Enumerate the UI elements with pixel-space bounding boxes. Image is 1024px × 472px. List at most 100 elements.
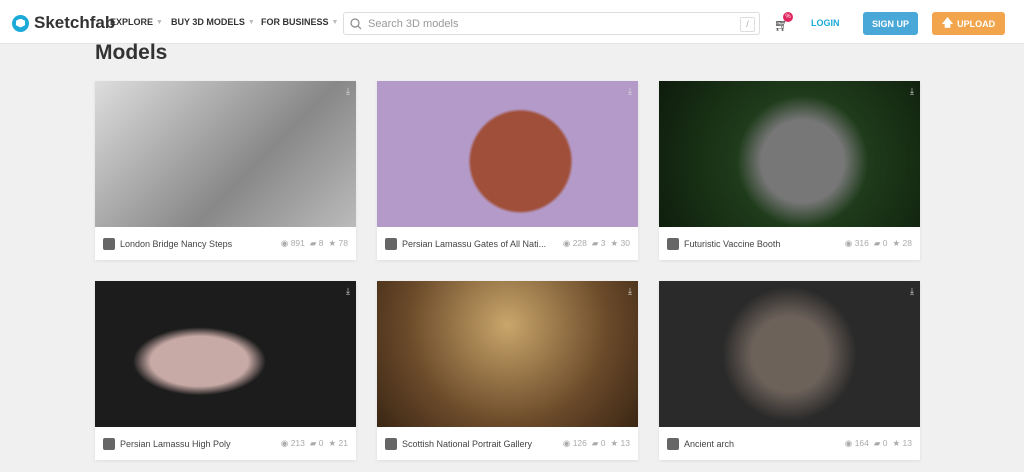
search-shortcut-hint: /	[740, 17, 755, 32]
search-box[interactable]: /	[343, 12, 760, 35]
model-thumbnail[interactable]: ⤓	[377, 281, 638, 427]
comment-icon: ▰	[873, 238, 881, 248]
download-icon[interactable]: ⤓	[628, 286, 632, 297]
download-icon[interactable]: ⤓	[910, 86, 914, 97]
comment-icon: ▰	[591, 238, 599, 248]
cart-badge: %	[783, 12, 793, 22]
model-card-footer: Persian Lamassu High Poly ◉ 213 ▰ 0 ★ 21	[95, 427, 356, 460]
signup-button[interactable]: SIGN UP	[863, 12, 918, 35]
page-title: Models	[95, 41, 168, 64]
model-card[interactable]: ⤓ Persian Lamassu High Poly ◉ 213 ▰ 0 ★ …	[95, 281, 356, 460]
model-card[interactable]: ⤓ Scottish National Portrait Gallery ◉ 1…	[377, 281, 638, 460]
views-value: 316	[854, 238, 869, 248]
star-icon: ★	[892, 238, 901, 248]
model-card[interactable]: ⤓ Ancient arch ◉ 164 ▰ 0 ★ 13	[659, 281, 920, 460]
comment-icon: ▰	[309, 438, 317, 448]
model-thumbnail[interactable]: ⤓	[95, 81, 356, 227]
model-card-footer: Persian Lamassu Gates of All Nati... ◉ 2…	[377, 227, 638, 260]
views-count: ◉ 213	[281, 438, 305, 449]
likes-count: ★ 28	[893, 238, 912, 249]
comments-count: ▰ 0	[874, 238, 888, 249]
upload-label: UPLOAD	[957, 18, 996, 29]
chevron-down-icon: ▼	[247, 18, 255, 26]
model-card-footer: Ancient arch ◉ 164 ▰ 0 ★ 13	[659, 427, 920, 460]
views-count: ◉ 126	[563, 438, 587, 449]
nav-label: BUY 3D MODELS	[171, 17, 245, 27]
signup-label: SIGN UP	[871, 18, 909, 29]
logo[interactable]: Sketchfab	[12, 13, 115, 33]
eye-icon: ◉	[844, 238, 853, 248]
likes-count: ★ 78	[329, 238, 348, 249]
model-name[interactable]: Persian Lamassu High Poly	[120, 439, 276, 449]
model-name[interactable]: Persian Lamassu Gates of All Nati...	[402, 239, 558, 249]
chevron-down-icon: ▼	[331, 18, 339, 26]
nav-for-business[interactable]: FOR BUSINESS ▼	[261, 17, 338, 27]
nav-buy-3d-models[interactable]: BUY 3D MODELS ▼	[171, 17, 255, 27]
author-avatar[interactable]	[385, 237, 397, 250]
model-card-footer: London Bridge Nancy Steps ◉ 891 ▰ 8 ★ 78	[95, 227, 356, 260]
model-name[interactable]: Ancient arch	[684, 439, 840, 449]
search-input[interactable]	[368, 17, 759, 30]
author-avatar[interactable]	[385, 437, 397, 450]
model-stats: ◉ 891 ▰ 8 ★ 78	[281, 238, 348, 249]
top-nav: Sketchfab EXPLORE ▼ BUY 3D MODELS ▼ FOR BU…	[0, 0, 1024, 44]
model-thumbnail[interactable]: ⤓	[659, 281, 920, 427]
model-name[interactable]: Scottish National Portrait Gallery	[402, 439, 558, 449]
model-stats: ◉ 126 ▰ 0 ★ 13	[563, 438, 630, 449]
brand-name: Sketchfab	[34, 13, 116, 32]
star-icon: ★	[610, 438, 619, 448]
views-count: ◉ 164	[845, 438, 869, 449]
views-value: 228	[572, 238, 587, 248]
model-thumbnail[interactable]: ⤓	[659, 81, 920, 227]
views-count: ◉ 891	[281, 238, 305, 249]
chevron-down-icon: ▼	[156, 18, 163, 26]
star-icon: ★	[892, 438, 901, 448]
download-icon[interactable]: ⤓	[346, 86, 350, 97]
download-icon[interactable]: ⤓	[628, 86, 632, 97]
model-name[interactable]: London Bridge Nancy Steps	[120, 239, 276, 249]
model-card[interactable]: ⤓ Futuristic Vaccine Booth ◉ 316 ▰ 0 ★ 2…	[659, 81, 920, 260]
download-icon[interactable]: ⤓	[910, 286, 914, 297]
model-stats: ◉ 164 ▰ 0 ★ 13	[845, 438, 912, 449]
eye-icon: ◉	[562, 238, 571, 248]
comments-value: 0	[318, 438, 324, 448]
nav-label: EXPLORE	[110, 17, 154, 27]
likes-count: ★ 13	[893, 438, 912, 449]
author-avatar[interactable]	[667, 437, 679, 450]
comment-icon: ▰	[309, 238, 317, 248]
comments-count: ▰ 3	[592, 238, 606, 249]
download-icon[interactable]: ⤓	[346, 286, 350, 297]
eye-icon: ◉	[280, 238, 289, 248]
comments-value: 0	[882, 438, 888, 448]
model-card[interactable]: ⤓ Persian Lamassu Gates of All Nati... ◉…	[377, 81, 638, 260]
likes-count: ★ 13	[611, 438, 630, 449]
model-card[interactable]: ⤓ London Bridge Nancy Steps ◉ 891 ▰ 8 ★ …	[95, 81, 356, 260]
model-thumbnail[interactable]: ⤓	[377, 81, 638, 227]
comment-icon: ▰	[591, 438, 599, 448]
model-name[interactable]: Futuristic Vaccine Booth	[684, 239, 840, 249]
eye-icon: ◉	[844, 438, 853, 448]
upload-button[interactable]: 🡅 UPLOAD	[932, 12, 1005, 35]
author-avatar[interactable]	[667, 237, 679, 250]
comment-icon: ▰	[873, 438, 881, 448]
author-avatar[interactable]	[103, 237, 115, 250]
star-icon: ★	[610, 238, 619, 248]
nav-label: FOR BUSINESS	[261, 17, 329, 27]
eye-icon: ◉	[280, 438, 289, 448]
model-stats: ◉ 316 ▰ 0 ★ 28	[845, 238, 912, 249]
star-icon: ★	[328, 438, 337, 448]
views-value: 891	[290, 238, 305, 248]
model-card-footer: Futuristic Vaccine Booth ◉ 316 ▰ 0 ★ 28	[659, 227, 920, 260]
views-value: 164	[854, 438, 869, 448]
model-thumbnail[interactable]: ⤓	[95, 281, 356, 427]
nav-explore[interactable]: EXPLORE ▼	[110, 17, 163, 27]
login-link[interactable]: LOGIN	[811, 18, 840, 28]
comments-value: 0	[600, 438, 606, 448]
likes-value: 28	[902, 238, 912, 248]
likes-value: 30	[620, 238, 630, 248]
eye-icon: ◉	[562, 438, 571, 448]
author-avatar[interactable]	[103, 437, 115, 450]
comments-value: 0	[882, 238, 888, 248]
model-card-footer: Scottish National Portrait Gallery ◉ 126…	[377, 427, 638, 460]
comments-count: ▰ 8	[310, 238, 324, 249]
